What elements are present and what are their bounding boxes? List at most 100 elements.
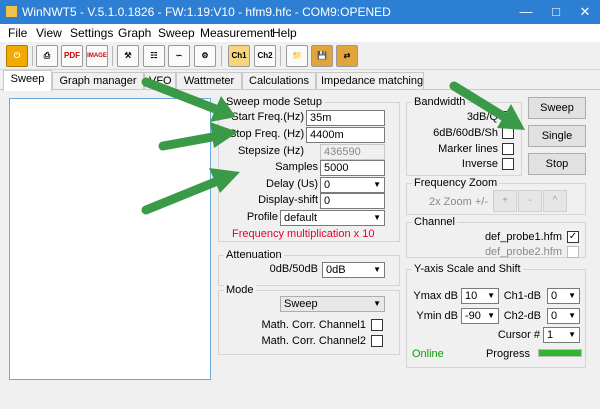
channel-probe2-checkbox[interactable]: [567, 246, 579, 258]
power-icon[interactable]: ⏻: [6, 45, 28, 67]
tab-wattmeter[interactable]: Wattmeter: [176, 72, 242, 90]
y-axis-title: Y-axis Scale and Shift: [412, 263, 523, 275]
attenuation-value: 0dB: [326, 264, 346, 276]
tab-impedance-matching[interactable]: Impedance matching: [316, 72, 424, 90]
marker-lines-label: Marker lines: [438, 143, 498, 155]
tab-vfo[interactable]: VFO: [144, 72, 176, 90]
channel2-icon[interactable]: Ch2: [254, 45, 276, 67]
transfer-icon[interactable]: ⇄: [336, 45, 358, 67]
zoom-plus-button[interactable]: +: [493, 190, 517, 212]
display-shift-input[interactable]: 0: [320, 193, 385, 209]
chevron-down-icon: ▼: [373, 180, 381, 189]
ch2-db-select[interactable]: 0 ▼: [547, 308, 580, 324]
ch2-db-value: 0: [551, 310, 558, 322]
chevron-down-icon: ▼: [487, 291, 495, 300]
profile-value: default: [284, 212, 318, 224]
profile-label: Profile: [246, 211, 278, 223]
cursor-select[interactable]: 1 ▼: [543, 327, 580, 343]
stop-freq-label: Stop Freq. (Hz): [229, 128, 305, 140]
single-button[interactable]: Single: [528, 125, 586, 147]
zoom-up-button[interactable]: ^: [543, 190, 567, 212]
chevron-down-icon: ▼: [568, 311, 576, 320]
toolbar-separator: [32, 46, 33, 66]
inverse-checkbox[interactable]: [502, 158, 514, 170]
attenuation-label: 0dB/50dB: [269, 263, 318, 275]
bandwidth-3db-label: 3dB/Q: [466, 111, 498, 123]
window-title: WinNWT5 - V.5.1.0.1826 - FW:1.19:V10 - h…: [22, 5, 391, 19]
graph-canvas[interactable]: [9, 98, 211, 380]
frequency-zoom-title: Frequency Zoom: [412, 177, 500, 189]
mode-select[interactable]: Sweep ▼: [280, 296, 385, 312]
samples-input[interactable]: 5000: [320, 160, 385, 176]
channel-title: Channel: [412, 216, 457, 228]
mode-title: Mode: [224, 284, 256, 296]
start-freq-input[interactable]: 35m: [306, 110, 385, 126]
sweep-setup-title: Sweep mode Setup: [224, 96, 325, 108]
bandwidth-6db-checkbox[interactable]: [502, 127, 514, 139]
toolbar-separator: [221, 46, 222, 66]
delay-select[interactable]: 0 ▼: [320, 177, 385, 193]
image-export-icon[interactable]: IMAGE: [86, 45, 108, 67]
print-icon[interactable]: ⎙: [36, 45, 58, 67]
graph-settings-icon[interactable]: ☷: [143, 45, 165, 67]
minimize-icon[interactable]: —: [516, 2, 536, 22]
math-corr-ch2-checkbox[interactable]: [371, 335, 383, 347]
delay-value: 0: [324, 179, 331, 191]
sweep-button[interactable]: Sweep: [528, 97, 586, 119]
display-shift-label: Display-shift: [258, 194, 318, 206]
ch1-db-value: 0: [551, 290, 558, 302]
close-icon[interactable]: ✕: [575, 2, 595, 22]
channel-probe1-checkbox[interactable]: ✓: [567, 231, 579, 243]
wrench-icon[interactable]: ⚙: [194, 45, 216, 67]
stop-button[interactable]: Stop: [528, 153, 586, 175]
ymin-label: Ymin dB: [416, 310, 458, 322]
progress-bar: [538, 349, 582, 357]
stepsize-value: 436590: [320, 144, 385, 160]
samples-label: Samples: [275, 161, 318, 173]
toolbar-separator: [112, 46, 113, 66]
attenuation-select[interactable]: 0dB ▼: [322, 262, 385, 278]
cursor-value: 1: [547, 329, 554, 341]
bandwidth-3db-checkbox[interactable]: [502, 111, 514, 123]
online-status: Online: [412, 348, 444, 360]
channel1-icon[interactable]: Ch1: [228, 45, 250, 67]
pdf-export-icon[interactable]: PDF: [61, 45, 83, 67]
bandwidth-6db-label: 6dB/60dB/Sh: [433, 127, 498, 139]
tab-calculations[interactable]: Calculations: [242, 72, 316, 90]
chevron-down-icon: ▼: [373, 213, 381, 222]
ymin-select[interactable]: -90 ▼: [461, 308, 499, 324]
tab-sweep[interactable]: Sweep: [3, 70, 52, 91]
mode-value: Sweep: [284, 298, 318, 310]
menu-help[interactable]: Help: [272, 26, 297, 40]
progress-label: Progress: [485, 348, 530, 360]
tab-graph-manager[interactable]: Graph manager: [52, 72, 144, 90]
save-icon[interactable]: 💾: [311, 45, 333, 67]
chevron-down-icon: ▼: [373, 299, 381, 308]
ymax-label: Ymax dB: [413, 290, 458, 302]
stop-freq-input[interactable]: 4400m: [306, 127, 385, 143]
ymax-value: 10: [465, 290, 478, 302]
curve-icon[interactable]: ∽: [168, 45, 190, 67]
menu-view[interactable]: View: [36, 26, 62, 40]
progress-fill: [539, 350, 581, 356]
ch1-db-select[interactable]: 0 ▼: [547, 288, 580, 304]
ymax-select[interactable]: 10 ▼: [461, 288, 499, 304]
open-folder-icon[interactable]: 📁: [286, 45, 308, 67]
math-corr-ch1-label: Math. Corr. Channel1: [261, 319, 366, 331]
channel-probe2-label: def_probe2.hfm: [484, 246, 562, 258]
inverse-label: Inverse: [461, 158, 498, 170]
marker-lines-checkbox[interactable]: [502, 143, 514, 155]
ch1-db-label: Ch1-dB: [503, 290, 541, 302]
menu-settings[interactable]: Settings: [70, 26, 113, 40]
profile-select[interactable]: default ▼: [280, 210, 385, 226]
chevron-down-icon: ▼: [568, 330, 576, 339]
menu-sweep[interactable]: Sweep: [158, 26, 195, 40]
menu-measurement[interactable]: Measurement: [200, 26, 273, 40]
tools-icon[interactable]: ⚒: [117, 45, 139, 67]
menu-graph[interactable]: Graph: [118, 26, 151, 40]
math-corr-ch1-checkbox[interactable]: [371, 319, 383, 331]
cursor-label: Cursor #: [497, 329, 540, 341]
menu-file[interactable]: File: [8, 26, 27, 40]
zoom-minus-button[interactable]: -: [518, 190, 542, 212]
maximize-icon[interactable]: □: [546, 2, 566, 22]
